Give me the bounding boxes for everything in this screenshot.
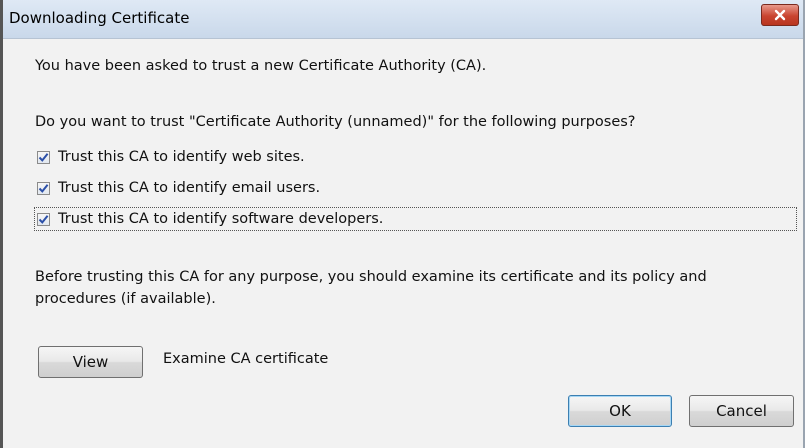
dialog-content: You have been asked to trust a new Certi… — [3, 38, 803, 448]
window-title: Downloading Certificate — [9, 9, 190, 27]
checkbox-row-software-developers[interactable]: Trust this CA to identify software devel… — [37, 209, 383, 229]
close-button[interactable] — [761, 4, 799, 26]
cancel-button[interactable]: Cancel — [689, 395, 794, 427]
checkbox-email-users[interactable] — [37, 181, 50, 195]
checkbox-row-email-users[interactable]: Trust this CA to identify email users. — [37, 178, 320, 198]
view-button[interactable]: View — [38, 346, 143, 378]
view-description: Examine CA certificate — [163, 351, 329, 367]
checkmark-icon — [38, 214, 49, 224]
certificate-dialog: Downloading Certificate You have been as… — [0, 0, 805, 448]
checkbox-label-email-users[interactable]: Trust this CA to identify email users. — [58, 180, 320, 196]
checkbox-label-web-sites[interactable]: Trust this CA to identify web sites. — [58, 149, 305, 165]
checkmark-icon — [38, 183, 49, 193]
close-icon — [774, 9, 786, 21]
question-text: Do you want to trust "Certificate Author… — [35, 114, 636, 130]
checkbox-row-web-sites[interactable]: Trust this CA to identify web sites. — [37, 147, 305, 167]
checkbox-web-sites[interactable] — [37, 150, 50, 164]
intro-text: You have been asked to trust a new Certi… — [35, 58, 487, 74]
advice-text-line-2: procedures (if available). — [35, 291, 216, 307]
title-bar[interactable]: Downloading Certificate — [3, 0, 803, 39]
checkmark-icon — [38, 152, 49, 162]
advice-text-line-1: Before trusting this CA for any purpose,… — [35, 269, 707, 285]
checkbox-label-software-developers[interactable]: Trust this CA to identify software devel… — [58, 211, 383, 227]
ok-button[interactable]: OK — [568, 395, 672, 427]
checkbox-software-developers[interactable] — [37, 212, 50, 226]
